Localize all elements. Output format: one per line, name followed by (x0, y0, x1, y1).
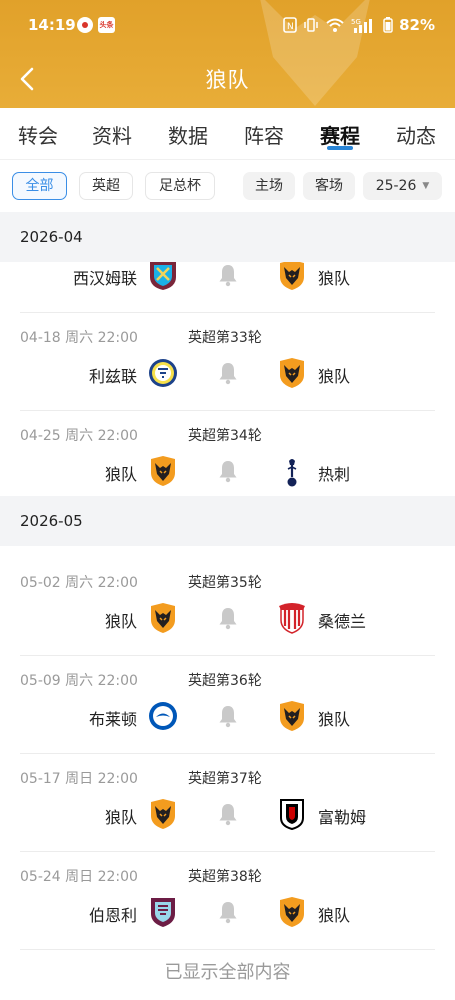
vibrate-icon (304, 18, 318, 32)
tab-squad[interactable]: 阵容 (244, 120, 284, 149)
home-team-name: 狼队 (104, 808, 137, 827)
filter-bar: 全部 英超 足总杯 主场 客场 25-26 ▼ (0, 160, 455, 212)
filter-fa-cup-button[interactable]: 足总杯 (145, 172, 215, 200)
wolves-crest-icon (151, 799, 175, 829)
page-title: 狼队 (205, 68, 250, 92)
tab-news[interactable]: 动态 (396, 120, 436, 149)
bell-icon[interactable] (216, 900, 240, 924)
bell-icon[interactable] (216, 802, 240, 826)
match-row[interactable]: 05-02 周六 22:00 英超第35轮 狼队 桑德兰 (0, 558, 455, 656)
match-date: 05-24 周日 22:00 (20, 869, 138, 885)
title-bar: 狼队 (0, 58, 455, 102)
match-date: 05-02 周六 22:00 (20, 575, 138, 591)
signal-5g-icon: 5G (351, 18, 373, 33)
tab-stats[interactable]: 数据 (168, 120, 208, 149)
month-header-mask: 2026-04 (0, 212, 455, 266)
bell-icon[interactable] (216, 606, 240, 630)
sunderland-crest-icon (279, 603, 305, 634)
away-team-name: 狼队 (318, 906, 351, 925)
filter-home-button[interactable]: 主场 (243, 172, 295, 200)
home-team-name: 伯恩利 (88, 906, 137, 925)
tottenham-crest-icon (287, 459, 297, 487)
burnley-crest-icon (151, 898, 175, 927)
wolves-crest-icon (151, 603, 175, 633)
match-round: 英超第37轮 (188, 771, 262, 787)
month-header: 2026-05 (0, 496, 455, 546)
svg-text:N: N (287, 22, 294, 32)
wolves-crest-icon (151, 456, 175, 486)
away-team-name: 热刺 (318, 465, 351, 484)
fulham-crest-icon (280, 799, 304, 830)
filter-all-button[interactable]: 全部 (12, 172, 67, 200)
away-team-name: 桑德兰 (318, 612, 367, 631)
match-round: 英超第36轮 (188, 673, 262, 689)
svg-text:5G: 5G (351, 18, 361, 26)
away-team-name: 狼队 (318, 710, 351, 729)
season-select[interactable]: 25-26 ▼ (363, 172, 442, 200)
tab-profile[interactable]: 资料 (92, 120, 132, 149)
match-round: 英超第33轮 (188, 330, 262, 346)
tab-schedule[interactable]: 赛程 (320, 120, 360, 149)
match-row[interactable]: 04-25 周六 22:00 英超第34轮 狼队 热刺 (0, 411, 455, 509)
home-team-name: 布莱顿 (88, 710, 137, 729)
month-label: 2026-04 (20, 228, 83, 246)
end-of-list-text: 已显示全部内容 (164, 962, 291, 983)
home-team-name: 利兹联 (88, 367, 137, 386)
match-date: 04-18 周六 22:00 (20, 330, 138, 346)
away-team-name: 狼队 (318, 367, 351, 386)
match-round: 英超第34轮 (188, 428, 262, 444)
notification-app-icon (77, 17, 93, 33)
tab-transfers[interactable]: 转会 (18, 120, 58, 149)
battery-icon (383, 17, 393, 33)
tab-bar: 转会 资料 数据 阵容 赛程 动态 (0, 108, 455, 160)
match-date: 05-17 周日 22:00 (20, 771, 138, 787)
away-team-name: 富勒姆 (318, 808, 367, 827)
home-team-name: 狼队 (104, 465, 137, 484)
leeds-crest-icon (149, 359, 177, 387)
header-bar: 14:19 头条 N 5G 82% 狼队 (0, 0, 455, 108)
status-time: 14:19 (28, 16, 76, 34)
bell-icon[interactable] (216, 361, 240, 385)
wolves-crest-icon (280, 897, 304, 927)
active-tab-indicator (327, 146, 353, 150)
filter-away-button[interactable]: 客场 (303, 172, 355, 200)
home-team-name: 狼队 (104, 612, 137, 631)
nfc-icon: N (283, 17, 297, 33)
battery-percent: 82% (399, 16, 435, 34)
wifi-icon (326, 18, 344, 32)
status-bar: 14:19 头条 N 5G 82% (0, 0, 455, 50)
match-row[interactable]: 05-09 周六 22:00 英超第36轮 布莱顿 狼队 (0, 656, 455, 754)
bell-icon[interactable] (216, 704, 240, 728)
wolves-crest-icon (280, 701, 304, 731)
match-row[interactable]: 04-18 周六 22:00 英超第33轮 利兹联 狼队 (0, 313, 455, 411)
season-value: 25-26 (375, 178, 417, 194)
match-date: 05-09 周六 22:00 (20, 673, 138, 689)
schedule-list: 2026-04 西汉姆联 狼队 2026-04 04-18 周六 22:00 英… (0, 212, 455, 1000)
caret-down-icon: ▼ (422, 181, 430, 191)
bell-icon[interactable] (216, 263, 240, 287)
brighton-crest-icon (149, 702, 177, 730)
home-team-name: 西汉姆联 (72, 269, 137, 288)
bell-icon[interactable] (216, 459, 240, 483)
match-round: 英超第35轮 (188, 575, 262, 591)
match-row[interactable]: 05-24 周日 22:00 英超第38轮 伯恩利 狼队 (0, 852, 455, 950)
month-label: 2026-05 (20, 512, 83, 530)
away-team-name: 狼队 (318, 269, 351, 288)
match-row[interactable]: 05-17 周日 22:00 英超第37轮 狼队 富勒姆 (0, 754, 455, 852)
filter-premier-league-button[interactable]: 英超 (79, 172, 133, 200)
wolves-crest-icon (280, 358, 304, 388)
toutiao-badge-icon: 头条 (98, 17, 115, 33)
match-round: 英超第38轮 (188, 869, 262, 885)
match-date: 04-25 周六 22:00 (20, 428, 138, 444)
row-divider (20, 949, 435, 950)
